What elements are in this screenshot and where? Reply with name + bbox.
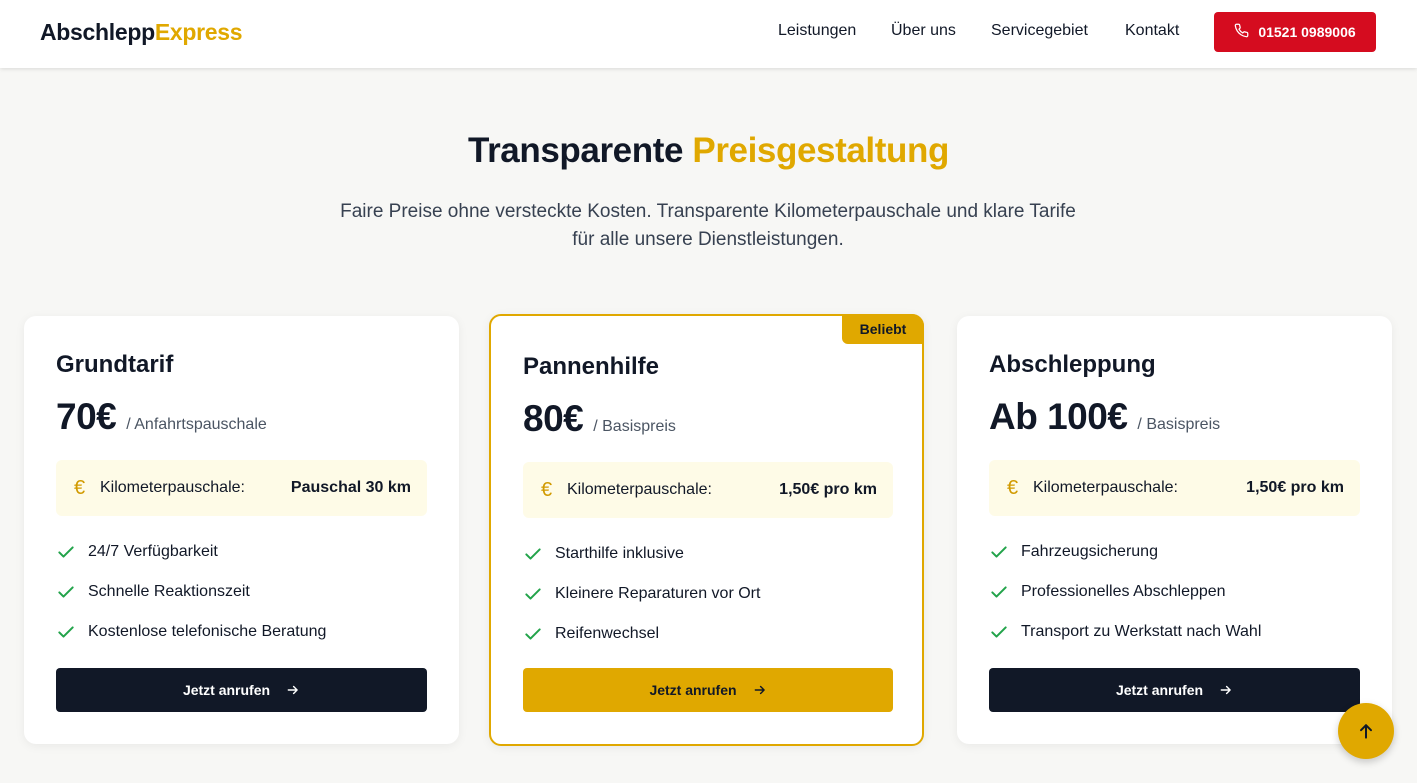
card-title: Abschleppung	[989, 351, 1156, 378]
nav-servicegebiet[interactable]: Servicegebiet	[991, 22, 1088, 40]
km-value: 1,50€ pro km	[779, 481, 877, 498]
price: 80€	[523, 398, 584, 439]
feature-item: Kostenlose telefonische Beratung	[56, 612, 427, 652]
price-row: 70€ / Anfahrtspauschale	[56, 396, 427, 440]
feature-text: Kostenlose telefonische Beratung	[88, 623, 327, 640]
euro-icon: €	[541, 478, 553, 501]
check-icon	[991, 546, 1007, 558]
feature-text: Schnelle Reaktionszeit	[88, 583, 250, 600]
phone-icon	[1234, 23, 1249, 41]
arrow-up-icon	[1360, 724, 1372, 739]
check-icon	[58, 626, 74, 638]
km-rate-box: € Kilometerpauschale: 1,50€ pro km	[523, 462, 893, 518]
check-icon	[525, 628, 541, 640]
feature-text: Professionelles Abschleppen	[1021, 583, 1226, 600]
popular-badge: Beliebt	[842, 314, 924, 344]
km-label: Kilometerpauschale:	[100, 479, 245, 496]
arrow-right-icon	[754, 685, 765, 695]
euro-icon: €	[1007, 476, 1019, 499]
pricing-card-pannenhilfe: Beliebt Pannenhilfe 80€ / Basispreis € K…	[489, 314, 924, 746]
check-icon	[525, 548, 541, 560]
nav-leistungen[interactable]: Leistungen	[778, 22, 856, 40]
section-subtitle-line1: Faire Preise ohne versteckte Kosten. Tra…	[340, 201, 1076, 222]
feature-item: Starthilfe inklusive	[523, 534, 893, 574]
section-title: Transparente Preisgestaltung	[0, 131, 1417, 171]
call-button-label: 01521 0989006	[1258, 24, 1356, 40]
call-now-button[interactable]: Jetzt anrufen	[56, 668, 427, 712]
km-rate-box: € Kilometerpauschale: Pauschal 30 km	[56, 460, 427, 516]
km-value: Pauschal 30 km	[290, 479, 411, 496]
feature-list: Fahrzeugsicherung Professionelles Abschl…	[989, 532, 1360, 652]
section-title-part2: Preisgestaltung	[692, 131, 949, 170]
price-unit: / Basispreis	[593, 418, 676, 435]
call-now-button[interactable]: Jetzt anrufen	[989, 668, 1360, 712]
cta-label: Jetzt anrufen	[182, 682, 271, 698]
main-nav: Leistungen Über uns Servicegebiet Kontak…	[0, 22, 1417, 44]
km-label: Kilometerpauschale:	[567, 481, 712, 498]
check-icon	[525, 588, 541, 600]
pricing-card-grundtarif: Grundtarif 70€ / Anfahrtspauschale € Kil…	[24, 316, 459, 744]
card-title: Grundtarif	[56, 351, 174, 378]
check-icon	[58, 546, 74, 558]
arrow-right-icon	[287, 685, 298, 695]
pricing-card-abschleppung: Abschleppung Ab 100€ / Basispreis € Kilo…	[957, 316, 1392, 744]
feature-text: 24/7 Verfügbarkeit	[88, 543, 218, 560]
call-button[interactable]: 01521 0989006	[1214, 12, 1376, 52]
feature-item: Fahrzeugsicherung	[989, 532, 1360, 572]
km-value: 1,50€ pro km	[1246, 479, 1344, 496]
price-row: 80€ / Basispreis	[523, 398, 893, 442]
feature-text: Kleinere Reparaturen vor Ort	[555, 585, 761, 602]
feature-text: Fahrzeugsicherung	[1021, 543, 1158, 560]
price: 70€	[56, 396, 117, 437]
feature-text: Reifenwechsel	[555, 625, 660, 642]
feature-item: Transport zu Werkstatt nach Wahl	[989, 612, 1360, 652]
feature-list: 24/7 Verfügbarkeit Schnelle Reaktionszei…	[56, 532, 427, 652]
euro-icon: €	[74, 476, 86, 499]
section-subtitle-line2: für alle unsere Dienstleistungen.	[572, 229, 844, 250]
card-title: Pannenhilfe	[523, 353, 660, 380]
feature-item: Schnelle Reaktionszeit	[56, 572, 427, 612]
feature-text: Transport zu Werkstatt nach Wahl	[1021, 623, 1262, 640]
feature-item: Kleinere Reparaturen vor Ort	[523, 574, 893, 614]
cta-label: Jetzt anrufen	[649, 682, 737, 698]
price-row: Ab 100€ / Basispreis	[989, 396, 1360, 440]
site-header: AbschleppExpress Leistungen Über uns Ser…	[0, 0, 1417, 68]
check-icon	[991, 586, 1007, 598]
cta-label: Jetzt anrufen	[1115, 682, 1204, 698]
feature-text: Starthilfe inklusive	[555, 545, 684, 562]
call-now-button[interactable]: Jetzt anrufen	[523, 668, 893, 712]
feature-item: Reifenwechsel	[523, 614, 893, 654]
km-rate-box: € Kilometerpauschale: 1,50€ pro km	[989, 460, 1360, 516]
feature-item: 24/7 Verfügbarkeit	[56, 532, 427, 572]
price-unit: / Basispreis	[1137, 416, 1221, 433]
feature-list: Starthilfe inklusive Kleinere Reparature…	[523, 534, 893, 654]
price: Ab 100€	[989, 396, 1128, 437]
section-title-part1: Transparente	[468, 131, 684, 170]
check-icon	[991, 626, 1007, 638]
nav-kontakt[interactable]: Kontakt	[1125, 22, 1179, 40]
arrow-right-icon	[1220, 685, 1231, 695]
feature-item: Professionelles Abschleppen	[989, 572, 1360, 612]
nav-ueber-uns[interactable]: Über uns	[891, 22, 956, 40]
scroll-to-top-button[interactable]	[1338, 703, 1394, 759]
section-subtitle: Faire Preise ohne versteckte Kosten. Tra…	[320, 198, 1096, 254]
km-label: Kilometerpauschale:	[1033, 479, 1178, 496]
check-icon	[58, 586, 74, 598]
price-unit: / Anfahrtspauschale	[126, 416, 267, 433]
